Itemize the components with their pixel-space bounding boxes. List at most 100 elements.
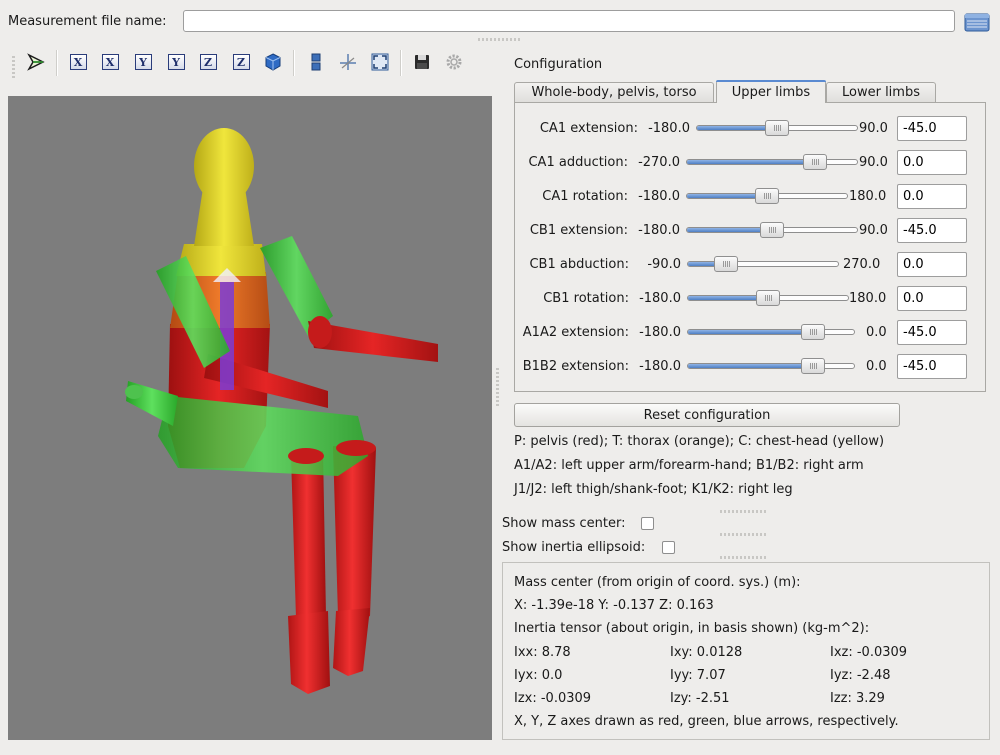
slider-label: CA1 extension: [539, 121, 638, 136]
view-y-icon: Y [134, 54, 152, 70]
tensor-cell: Ixx: 8.78 [514, 645, 571, 660]
slider-value-input[interactable] [897, 286, 967, 311]
slider-max: 90.0 [859, 121, 888, 136]
slider-row: CB1 abduction: -90.0 270.0 [515, 251, 985, 279]
slider-track[interactable] [687, 256, 839, 272]
slider-label: CB1 abduction: [529, 257, 629, 272]
slider-value-input[interactable] [897, 184, 967, 209]
slider-track[interactable] [686, 188, 848, 204]
iso-view-button[interactable] [263, 52, 283, 72]
tab-lower-limbs[interactable]: Lower limbs [826, 82, 936, 102]
zoom-fit-icon [371, 53, 389, 71]
slider-min: -180.0 [638, 189, 680, 204]
slider-track[interactable] [687, 324, 855, 340]
settings-button[interactable] [444, 52, 464, 72]
slider-min: -180.0 [638, 223, 680, 238]
tab-upper-limbs[interactable]: Upper limbs [716, 80, 826, 103]
reset-configuration-button[interactable]: Reset configuration [514, 403, 900, 427]
split-view-icon [311, 53, 321, 71]
slider-value-input[interactable] [897, 354, 967, 379]
slider-track[interactable] [686, 222, 858, 238]
slider-max: 180.0 [849, 291, 887, 306]
tensor-cell: Izx: -0.0309 [514, 691, 592, 706]
view-y-button[interactable]: Y [133, 52, 153, 72]
slider-track[interactable] [687, 358, 855, 374]
splitter-handle[interactable] [720, 556, 768, 559]
axes-note: X, Y, Z axes drawn as red, green, blue a… [514, 714, 899, 729]
slider-handle[interactable] [765, 120, 789, 136]
slider-handle[interactable] [760, 222, 784, 238]
splitter-handle[interactable] [478, 38, 520, 41]
vertical-splitter[interactable] [496, 366, 499, 406]
save-icon [415, 55, 429, 69]
slider-label: CA1 rotation: [542, 189, 628, 204]
view-x-reverse-icon: X [101, 54, 119, 70]
slider-handle[interactable] [800, 324, 825, 340]
toolbar-grip[interactable] [12, 54, 15, 78]
slider-row: B1B2 extension: -180.0 0.0 [515, 353, 985, 381]
slider-fill [688, 364, 813, 368]
slider-value-input[interactable] [897, 218, 967, 243]
slider-min: -90.0 [647, 257, 681, 272]
slider-value-input[interactable] [897, 252, 967, 277]
slider-value-input[interactable] [897, 320, 967, 345]
inertia-tensor-title: Inertia tensor (about origin, in basis s… [514, 621, 870, 636]
slider-max: 270.0 [843, 257, 881, 272]
view-z-icon: Z [199, 54, 217, 70]
axes-button[interactable] [338, 52, 358, 72]
tensor-cell: Iyz: -2.48 [830, 668, 891, 683]
view-x-button[interactable]: X [68, 52, 88, 72]
slider-handle[interactable] [800, 358, 825, 374]
slider-label: CA1 adduction: [528, 155, 628, 170]
tensor-cell: Izy: -2.51 [670, 691, 730, 706]
slider-min: -180.0 [639, 291, 681, 306]
legend-line: A1/A2: left upper arm/forearm-hand; B1/B… [514, 458, 864, 473]
legend-line: P: pelvis (red); T: thorax (orange); C: … [514, 434, 885, 449]
view-z-button[interactable]: Z [198, 52, 218, 72]
view-y-reverse-icon: Y [167, 54, 185, 70]
slider-min: -270.0 [638, 155, 680, 170]
browse-button[interactable] [964, 11, 990, 33]
file-name-input[interactable] [183, 10, 955, 32]
tensor-cell: Izz: 3.29 [830, 691, 885, 706]
save-button[interactable] [412, 52, 432, 72]
view-z-reverse-button[interactable]: Z [231, 52, 251, 72]
slider-row: CA1 extension: -180.0 90.0 [515, 115, 985, 143]
slider-handle[interactable] [802, 154, 827, 170]
tensor-cell: Iyy: 7.07 [670, 668, 726, 683]
tensor-cell: Iyx: 0.0 [514, 668, 563, 683]
axes-icon [340, 54, 356, 70]
slider-track[interactable] [687, 290, 849, 306]
slider-max: 180.0 [849, 189, 887, 204]
show-mass-center-checkbox[interactable] [641, 517, 654, 530]
iso-view-icon [265, 53, 281, 71]
slider-handle[interactable] [755, 188, 779, 204]
zoom-fit-button[interactable] [370, 52, 390, 72]
slider-row: CB1 extension: -180.0 90.0 [515, 217, 985, 245]
slider-value-input[interactable] [897, 150, 967, 175]
slider-row: A1A2 extension: -180.0 0.0 [515, 319, 985, 347]
splitter-handle[interactable] [720, 533, 768, 536]
split-view-button[interactable] [306, 52, 326, 72]
tab-whole-body[interactable]: Whole-body, pelvis, torso [514, 82, 714, 102]
slider-track[interactable] [696, 120, 858, 136]
tensor-cell: Ixz: -0.0309 [830, 645, 908, 660]
view-y-reverse-button[interactable]: Y [166, 52, 186, 72]
folder-icon [964, 13, 990, 32]
mass-properties-panel: Mass center (from origin of coord. sys.)… [502, 562, 990, 740]
select-arrow-icon [27, 53, 45, 71]
show-inertia-ellipsoid-checkbox[interactable] [662, 541, 675, 554]
slider-value-input[interactable] [897, 116, 967, 141]
slider-row: CA1 adduction: -270.0 90.0 [515, 149, 985, 177]
legend-line: J1/J2: left thigh/shank-foot; K1/K2: rig… [514, 482, 793, 497]
view-toolbar: X X Y Y Z Z [8, 46, 492, 82]
slider-max: 90.0 [859, 223, 888, 238]
slider-handle[interactable] [713, 256, 738, 272]
slider-handle[interactable] [756, 290, 780, 306]
model-3d-viewport[interactable] [8, 96, 492, 740]
slider-track[interactable] [686, 154, 858, 170]
select-button[interactable] [26, 52, 46, 72]
slider-max: 90.0 [859, 155, 888, 170]
view-x-reverse-button[interactable]: X [100, 52, 120, 72]
splitter-handle[interactable] [720, 510, 768, 513]
